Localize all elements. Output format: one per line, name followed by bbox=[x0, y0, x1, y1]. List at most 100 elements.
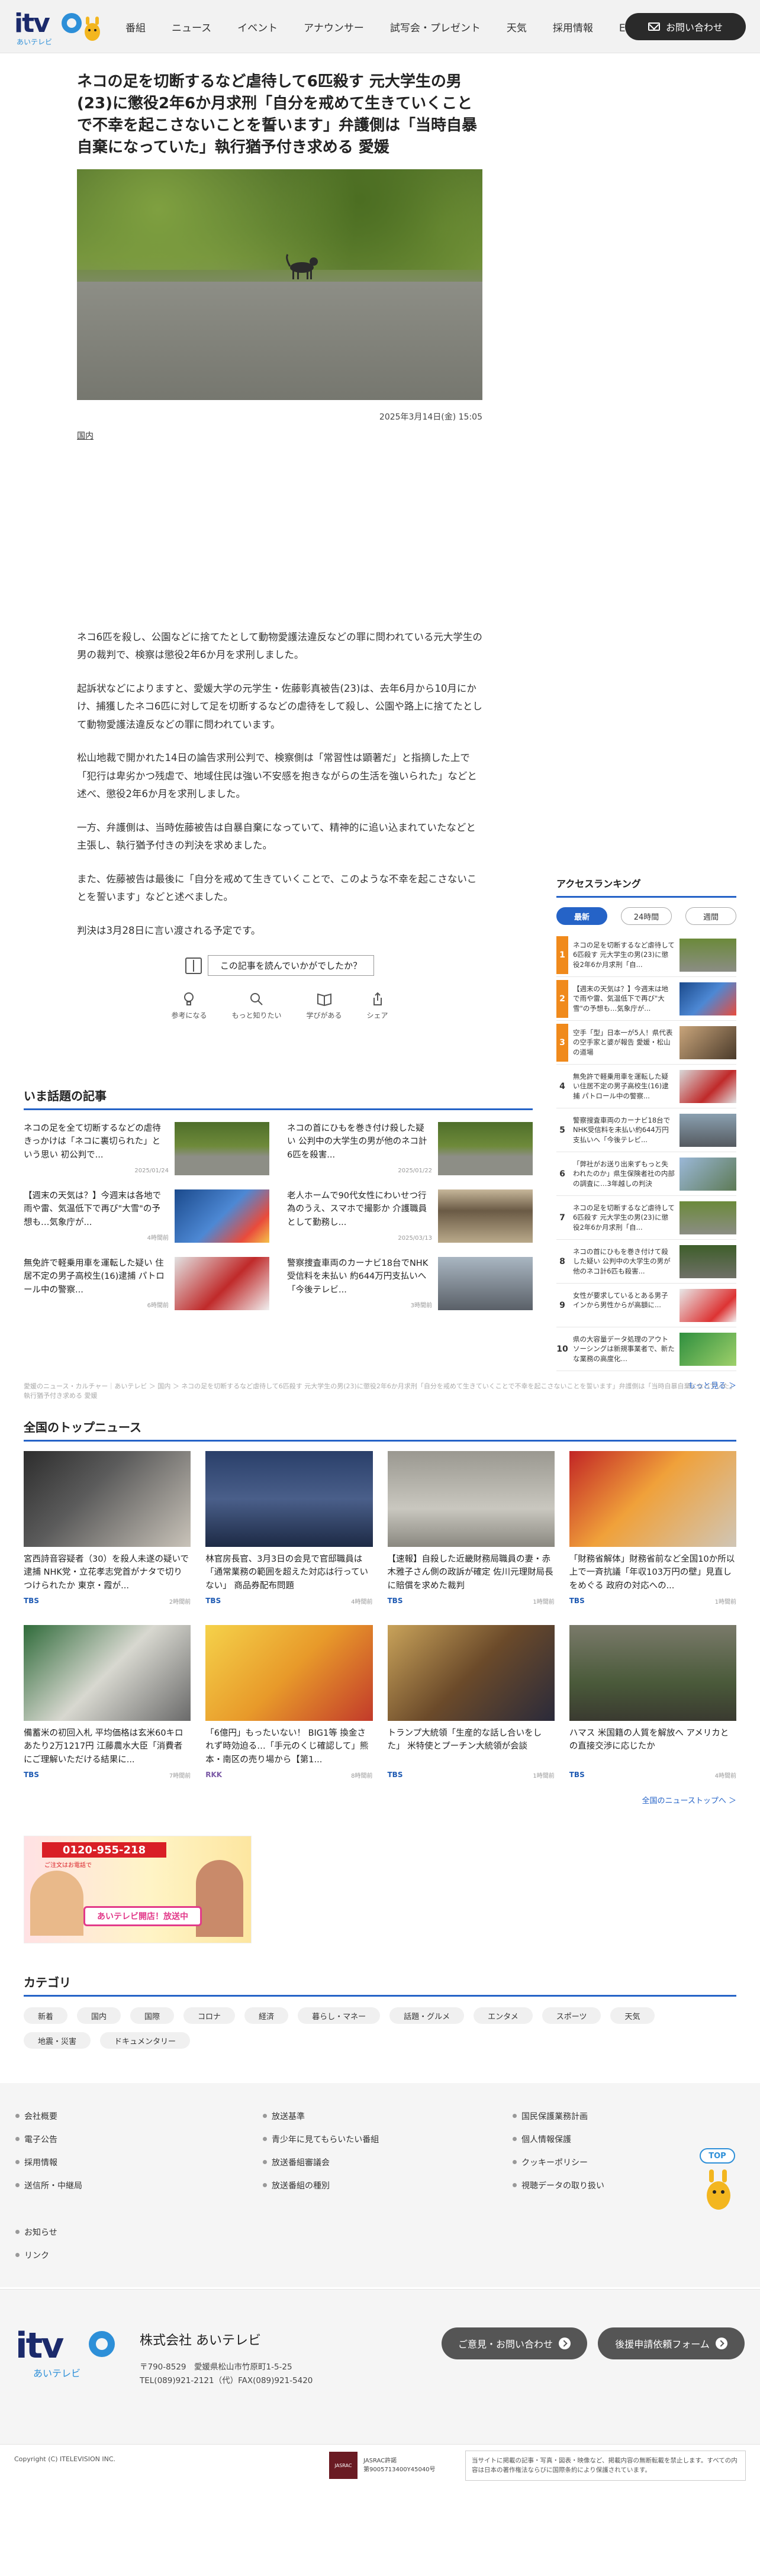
category-tag[interactable]: スポーツ bbox=[542, 2007, 601, 2024]
trending-item[interactable]: 警察捜査車両のカーナビ18台でNHK受信料を未払い 約644万円支払いへ「今後テ… bbox=[287, 1257, 533, 1316]
news-time: 8時間前 bbox=[351, 1773, 373, 1779]
nav-item-announcers[interactable]: アナウンサー bbox=[291, 20, 377, 34]
ranking-item[interactable]: 8 ネコの首にひもを巻き付けて殺した疑い 公判中の大学生の男が他のネコ計6匹も殺… bbox=[556, 1240, 736, 1284]
ranking-item[interactable]: 1 ネコの足を切断するなど虐待して6匹殺す 元大学生の男(23)に懲役2年6か月… bbox=[556, 933, 736, 977]
footer-link[interactable]: 電子公告 bbox=[15, 2127, 82, 2151]
footer-link[interactable]: 個人情報保護 bbox=[513, 2127, 604, 2151]
logo-text: itv bbox=[14, 8, 50, 38]
news-source: TBS bbox=[569, 1597, 585, 1605]
contact-button[interactable]: お問い合わせ bbox=[625, 13, 746, 40]
footer-link[interactable]: 放送基準 bbox=[263, 2104, 379, 2127]
ranking-item[interactable]: 5 警察搜査車両のカーナビ18台でNHK受信料を未払い約644万円支払いへ「今後… bbox=[556, 1108, 736, 1152]
reaction-share[interactable]: シェア bbox=[367, 991, 388, 1020]
chevron-right-icon bbox=[559, 2338, 571, 2349]
category-tag[interactable]: エンタメ bbox=[474, 2007, 533, 2024]
tab-24h[interactable]: 24時間 bbox=[621, 907, 672, 925]
nav-item-news[interactable]: ニュース bbox=[159, 20, 224, 34]
rank-number: 6 bbox=[559, 1169, 565, 1179]
copyright: Copyright (C) ITELEVISION INC. bbox=[14, 2455, 116, 2463]
back-to-top-button[interactable]: TOP bbox=[696, 2148, 739, 2219]
category-tag[interactable]: 国際 bbox=[130, 2007, 175, 2024]
footer-link-label: 放送番組審議会 bbox=[272, 2158, 330, 2168]
category-tag[interactable]: 国内 bbox=[77, 2007, 121, 2024]
trending-item[interactable]: 【週末の天気は？】今週末は各地で雨や雷、気温低下で再び"大雪"の予想も…気象庁が… bbox=[24, 1189, 269, 1249]
trending-item[interactable]: ネコの首にひもを巻き付け殺した疑い 公判中の大学生の男が他のネコ計6匹を殺害..… bbox=[287, 1122, 533, 1181]
reaction-learned[interactable]: 学びがある bbox=[307, 991, 342, 1020]
trending-text: ネコの足を全て切断するなどの虐待 きっかけは「ネコに裏切られた」という思い 初公… bbox=[24, 1124, 161, 1160]
footer-link[interactable]: 視聴データの取り扱い bbox=[513, 2174, 604, 2197]
category-tag[interactable]: 新着 bbox=[24, 2007, 68, 2024]
trending-date: 2025/01/24 bbox=[132, 1166, 169, 1175]
news-card[interactable]: 【速報】自殺した近畿財務局職員の妻・赤木雅子さん側の政訴が確定 佐川元理財局長に… bbox=[387, 1451, 555, 1611]
trending-item[interactable]: 無免許で軽乗用車を運転した疑い 住居不定の男子高校生(16)逮捕 パトロール中の… bbox=[24, 1257, 269, 1316]
footer-link-label: 電子公告 bbox=[24, 2135, 57, 2145]
footer-link-label: 送信所・中継局 bbox=[24, 2181, 82, 2191]
feedback-contact-button[interactable]: ご意見・お問い合わせ bbox=[442, 2327, 587, 2359]
news-source: TBS bbox=[24, 1597, 39, 1605]
news-time: 2時間前 bbox=[169, 1599, 191, 1605]
topnews-title: 全国のトップニュース bbox=[24, 1418, 736, 1442]
tab-weekly[interactable]: 週間 bbox=[685, 907, 736, 925]
footer-link-label: 個人情報保護 bbox=[521, 2135, 571, 2145]
footer-link[interactable]: 放送番組の種別 bbox=[263, 2174, 379, 2197]
ranking-item[interactable]: 6 「弊社がお送り出来ずもっと失われたのか」県生保険者社の内部の調査に…3年越し… bbox=[556, 1152, 736, 1196]
news-card[interactable]: 林官房長官、3月3日の会見で官邸職員は「通常業務の範囲を超えた対応は行っていない… bbox=[205, 1451, 373, 1611]
news-card[interactable]: 「6億円」もったいない！ BIG1等 換金されず時効迫る…「手元のくじ確認して」… bbox=[205, 1625, 373, 1785]
ranking-item[interactable]: 7 ネコの足を切断するなど虐待して6匹殺す 元大学生の男(23)に懲役2年6か月… bbox=[556, 1196, 736, 1240]
nav-item-programs[interactable]: 番組 bbox=[112, 20, 159, 34]
jasrac-license: JASRAC JASRAC許諾 第9005713400Y45040号 bbox=[329, 2452, 436, 2479]
breadcrumb-note: 愛媛のニュース・カルチャー｜あいテレビ ＞ 国内 ＞ ネコの足を切断するなど虐待… bbox=[24, 1382, 736, 1400]
news-card[interactable]: トランプ大統領「生産的な話し合いをした」 米特使とプーチン大統領が会談 TBS 1… bbox=[387, 1625, 555, 1785]
footer-link[interactable]: 会社概要 bbox=[15, 2104, 82, 2127]
site-logo[interactable]: itv あいテレビ bbox=[14, 8, 100, 46]
trending-item[interactable]: ネコの足を全て切断するなどの虐待 きっかけは「ネコに裏切られた」という思い 初公… bbox=[24, 1122, 269, 1181]
footer-link-label: 放送番組の種別 bbox=[272, 2181, 330, 2191]
footer-link[interactable]: リンク bbox=[15, 2243, 82, 2267]
nav-item-recruit[interactable]: 採用情報 bbox=[540, 20, 606, 34]
news-card[interactable]: 宮西詩音容疑者（30）を殺人未遂の疑いで逮捕 NHK党・立花孝志党首がナタで切り… bbox=[24, 1451, 191, 1611]
bullet-icon bbox=[263, 2137, 267, 2141]
footer-link[interactable]: お知らせ bbox=[15, 2220, 82, 2243]
category-tag[interactable]: 暮らし・マネー bbox=[298, 2007, 381, 2024]
reaction-want-more[interactable]: もっと知りたい bbox=[231, 991, 282, 1020]
shop-banner[interactable]: 0120-955-218 ご注文はお電話で あいテレビ開店！放送中 bbox=[24, 1836, 252, 1943]
ranking-item[interactable]: 10 県の大容量データ処理のアウトソーシングは新規事業者で、新たな業務の高度化… bbox=[556, 1327, 736, 1371]
national-top-news: 全国のトップニュース 宮西詩音容疑者（30）を殺人未遂の疑いで逮捕 NHK党・立… bbox=[24, 1418, 736, 1806]
ranking-item[interactable]: 4 無免許で軽乗用車を運転した疑い住居不定の男子高校生(16)逮捕 パトロール中… bbox=[556, 1065, 736, 1108]
footer-link[interactable]: 送信所・中継局 bbox=[15, 2174, 82, 2197]
footer-bottom: Copyright (C) ITELEVISION INC. JASRAC JA… bbox=[0, 2444, 760, 2576]
topnews-more-link[interactable]: 全国のニューストップへ ＞ bbox=[24, 1794, 736, 1806]
category-tag[interactable]: 地震・災害 bbox=[24, 2032, 91, 2049]
trending-item[interactable]: 老人ホームで90代女性にわいせつ行為のうえ、スマホで撮影か 介護職員として勤務し… bbox=[287, 1189, 533, 1249]
footer-col-3: 国民保護業務計画 個人情報保護 クッキーポリシー 視聴データの取り扱い bbox=[513, 2104, 604, 2197]
footer-link[interactable]: 放送番組審議会 bbox=[263, 2151, 379, 2174]
article-paragraph: 起訴状などによりますと、愛媛大学の元学生・佐藤彰真被告(23)は、去年6月から1… bbox=[77, 682, 482, 730]
nav-item-presents[interactable]: 試写会・プレゼント bbox=[377, 20, 494, 34]
reaction-helpful[interactable]: 参考になる bbox=[171, 991, 207, 1020]
footer-link[interactable]: 青少年に見てもらいたい番組 bbox=[263, 2127, 379, 2151]
category-tag[interactable]: 天気 bbox=[610, 2007, 655, 2024]
nav-item-weather[interactable]: 天気 bbox=[494, 20, 540, 34]
ranking-item[interactable]: 3 空手「型」日本一が5人！県代表の空手家と婆が報告 愛媛・松山の道場 bbox=[556, 1021, 736, 1065]
footer-link[interactable]: 国民保護業務計画 bbox=[513, 2104, 604, 2127]
footer-logo[interactable]: itv あいテレビ bbox=[15, 2325, 122, 2379]
jasrac-logo: JASRAC bbox=[329, 2452, 358, 2479]
mail-icon bbox=[648, 22, 660, 31]
news-card[interactable]: ハマス 米国籍の人質を解放へ アメリカとの直接交渉に応じたか TBS 4時間前 bbox=[569, 1625, 736, 1785]
ranking-item[interactable]: 9 女性が要求しているとある男子インから男性からが高額に... bbox=[556, 1284, 736, 1327]
bullet-icon bbox=[15, 2183, 20, 2187]
article-category-link[interactable]: 国内 bbox=[77, 430, 94, 441]
nav-item-events[interactable]: イベント bbox=[224, 20, 291, 34]
news-card[interactable]: 「財務省解体」財務省前など全国10か所以上で一斉抗議「年収103万円の壁」見直し… bbox=[569, 1451, 736, 1611]
footer-link[interactable]: クッキーポリシー bbox=[513, 2151, 604, 2174]
category-tag[interactable]: 経済 bbox=[244, 2007, 289, 2024]
rank-number: 2 bbox=[556, 979, 568, 1018]
tab-latest[interactable]: 最新 bbox=[556, 907, 607, 925]
footer-link[interactable]: 採用情報 bbox=[15, 2151, 82, 2174]
category-tag[interactable]: ドキュメンタリー bbox=[100, 2032, 191, 2049]
sponsorship-form-button[interactable]: 後援申請依頼フォーム bbox=[598, 2327, 745, 2359]
category-tag[interactable]: コロナ bbox=[183, 2007, 236, 2024]
news-card[interactable]: 備蓄米の初回入札 平均価格は玄米60キロあたり2万1217円 江藤農水大臣「消費… bbox=[24, 1625, 191, 1785]
category-tag[interactable]: 話題・グルメ bbox=[389, 2007, 465, 2024]
ranking-item[interactable]: 2 【週末の天気は？】今週末は地で雨や雷、気温低下で再び"大雪"の予想も…気象庁… bbox=[556, 977, 736, 1021]
